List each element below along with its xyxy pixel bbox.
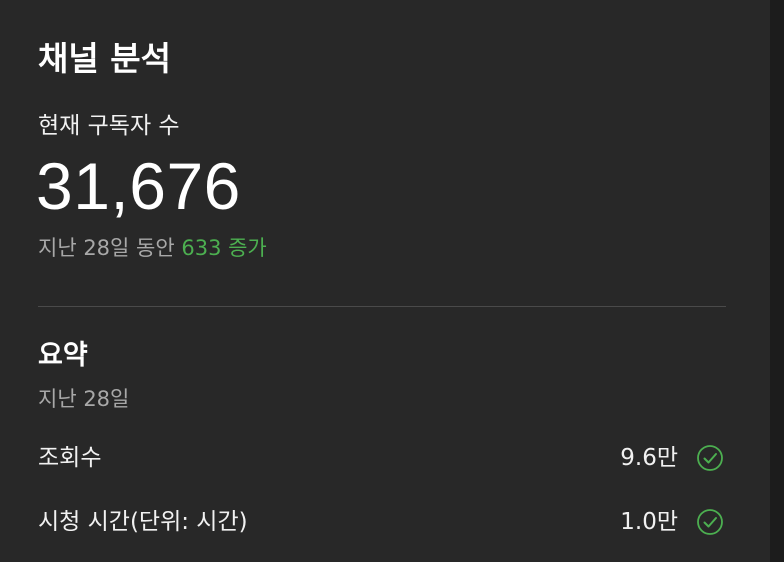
- summary-period: 지난 28일: [38, 387, 130, 411]
- subscriber-count: 31,676: [36, 149, 241, 223]
- metric-label: 시청 시간(단위: 시간): [38, 509, 248, 535]
- metric-label: 조회수: [38, 445, 102, 471]
- metric-value: 1.0만: [620, 509, 678, 535]
- check-circle-icon: [697, 509, 723, 535]
- metric-row-watch-time[interactable]: 시청 시간(단위: 시간) 1.0만: [38, 502, 726, 542]
- metric-value: 9.6만: [620, 445, 678, 471]
- subscriber-count-label: 현재 구독자 수: [38, 113, 180, 139]
- subscriber-change-value: 633 증가: [181, 236, 267, 260]
- check-circle-icon: [697, 445, 723, 471]
- metric-row-views[interactable]: 조회수 9.6만: [38, 438, 726, 478]
- summary-title: 요약: [38, 340, 88, 371]
- page-title: 채널 분석: [38, 39, 171, 78]
- subscriber-change: 지난 28일 동안 633 증가: [38, 233, 267, 263]
- subscriber-change-period: 지난 28일 동안: [38, 236, 175, 260]
- divider: [38, 306, 726, 307]
- right-edge: [770, 0, 784, 562]
- channel-analytics-card: 채널 분석 현재 구독자 수 31,676 지난 28일 동안 633 증가 요…: [0, 0, 770, 562]
